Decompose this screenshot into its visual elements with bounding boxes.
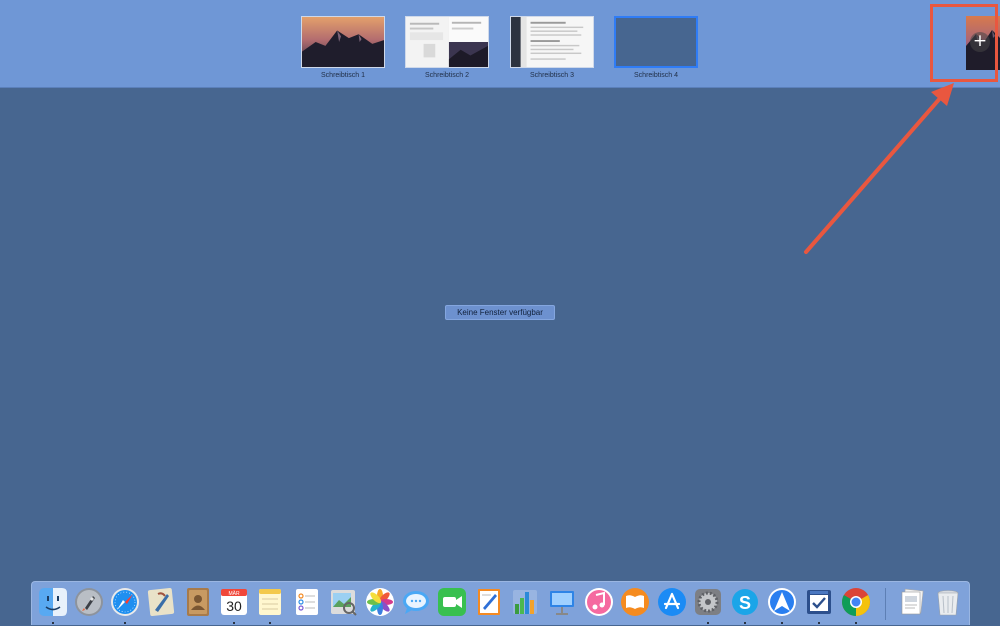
dock-item-skype[interactable]: S <box>729 586 761 626</box>
dock-item-ibooks[interactable] <box>619 586 651 626</box>
running-indicator <box>124 622 126 624</box>
dock-item-facetime[interactable] <box>436 586 468 626</box>
itunes-icon[interactable] <box>583 586 615 618</box>
dock-item-itunes[interactable] <box>583 586 615 626</box>
dock-item-mail[interactable] <box>145 586 177 626</box>
dock-item-preview[interactable] <box>327 586 359 626</box>
space-thumbnail[interactable] <box>614 16 698 68</box>
space-thumbnail[interactable] <box>510 16 594 68</box>
space-2[interactable]: Schreibtisch 2 <box>404 16 490 82</box>
safari-icon[interactable] <box>109 586 141 618</box>
photos-icon[interactable] <box>364 586 396 618</box>
dock-item-downloads-stack[interactable] <box>896 586 928 626</box>
mail-icon[interactable] <box>145 586 177 618</box>
dock-item-safari[interactable] <box>109 586 141 626</box>
space-3[interactable]: Schreibtisch 3 <box>509 16 595 82</box>
dock-item-things[interactable] <box>803 586 835 626</box>
contacts-icon[interactable] <box>182 586 214 618</box>
running-indicator <box>855 622 857 624</box>
messages-icon[interactable] <box>400 586 432 618</box>
space-label: Schreibtisch 2 <box>425 72 469 79</box>
annotation-highlight-box <box>930 4 998 82</box>
dock: MÄR 30 S <box>31 581 970 625</box>
space-label: Schreibtisch 4 <box>634 72 678 79</box>
dock-item-contacts[interactable] <box>182 586 214 626</box>
dock-item-reminders[interactable] <box>291 586 323 626</box>
running-indicator <box>781 622 783 624</box>
things-icon[interactable] <box>803 586 835 618</box>
running-indicator <box>744 622 746 624</box>
spaces-bar: Schreibtisch 1 Schreibtisch 2 Schreibtisch… <box>0 0 1000 88</box>
finder-icon[interactable] <box>37 586 69 618</box>
spark-icon[interactable] <box>766 586 798 618</box>
numbers-icon[interactable] <box>509 586 541 618</box>
dock-item-numbers[interactable] <box>509 586 541 626</box>
space-thumbnail[interactable] <box>405 16 489 68</box>
dock-item-pages[interactable] <box>473 586 505 626</box>
dock-item-finder[interactable] <box>37 586 69 626</box>
dock-item-launchpad[interactable] <box>73 586 105 626</box>
reminders-icon[interactable] <box>291 586 323 618</box>
space-thumbnail[interactable] <box>301 16 385 68</box>
app-store-icon[interactable] <box>656 586 688 618</box>
system-preferences-icon[interactable] <box>692 586 724 618</box>
dock-item-system-preferences[interactable] <box>692 586 724 626</box>
dock-item-trash[interactable] <box>932 586 964 626</box>
facetime-icon[interactable] <box>436 586 468 618</box>
space-1[interactable]: Schreibtisch 1 <box>300 16 386 82</box>
dock-separator <box>885 588 886 620</box>
running-indicator <box>269 622 271 624</box>
ibooks-icon[interactable] <box>619 586 651 618</box>
svg-text:S: S <box>739 593 751 613</box>
pages-icon[interactable] <box>473 586 505 618</box>
downloads-stack-icon[interactable] <box>896 586 928 618</box>
dock-item-messages[interactable] <box>400 586 432 626</box>
calendar-month: MÄR <box>228 590 240 597</box>
notes-icon[interactable] <box>254 586 286 618</box>
dock-item-chrome[interactable] <box>840 586 872 626</box>
space-4[interactable]: Schreibtisch 4 <box>613 16 699 82</box>
preview-icon[interactable] <box>327 586 359 618</box>
launchpad-icon[interactable] <box>73 586 105 618</box>
chrome-icon[interactable] <box>840 586 872 618</box>
running-indicator <box>818 622 820 624</box>
running-indicator <box>233 622 235 624</box>
dock-item-calendar[interactable]: MÄR 30 <box>218 586 250 626</box>
skype-icon[interactable]: S <box>729 586 761 618</box>
space-label: Schreibtisch 1 <box>321 72 365 79</box>
dock-item-photos[interactable] <box>364 586 396 626</box>
running-indicator <box>707 622 709 624</box>
dock-item-keynote[interactable] <box>546 586 578 626</box>
trash-icon[interactable] <box>932 586 964 618</box>
dock-item-spark[interactable] <box>766 586 798 626</box>
no-windows-label: Keine Fenster verfügbar <box>445 305 555 320</box>
dock-item-app-store[interactable] <box>656 586 688 626</box>
calendar-day: 30 <box>226 598 242 614</box>
calendar-icon[interactable]: MÄR 30 <box>218 586 250 618</box>
running-indicator <box>52 622 54 624</box>
dock-item-notes[interactable] <box>254 586 286 626</box>
space-label: Schreibtisch 3 <box>530 72 574 79</box>
keynote-icon[interactable] <box>546 586 578 618</box>
